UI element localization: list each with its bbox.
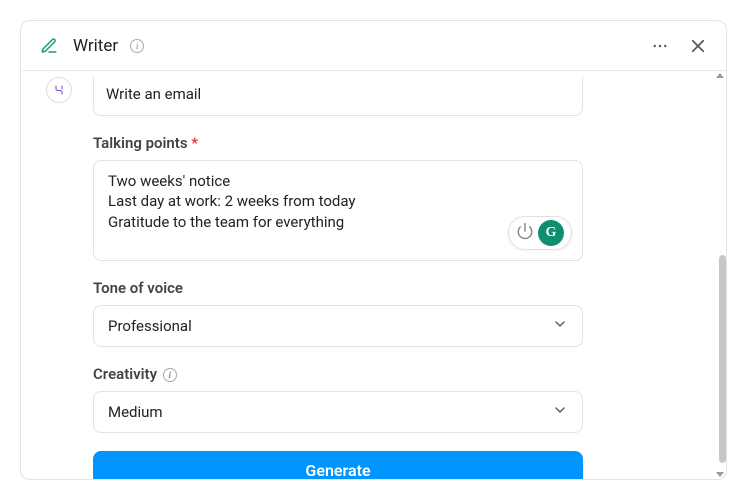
grammarly-icon: G bbox=[538, 220, 564, 246]
pencil-icon bbox=[35, 32, 63, 60]
power-icon bbox=[516, 222, 534, 244]
write-type-field[interactable]: Write an email bbox=[93, 77, 583, 116]
more-icon[interactable] bbox=[646, 32, 674, 60]
chevron-down-icon bbox=[552, 316, 568, 336]
creativity-label: Creativity i bbox=[93, 365, 583, 383]
scroll-down-icon[interactable] bbox=[716, 472, 724, 477]
generate-button[interactable]: Generate bbox=[93, 451, 583, 479]
talking-points-label: Talking points * bbox=[93, 134, 583, 152]
tone-select[interactable]: Professional bbox=[93, 305, 583, 347]
scrollbar-thumb[interactable] bbox=[719, 255, 726, 463]
tone-label: Tone of voice bbox=[93, 279, 583, 297]
scroll-up-icon[interactable] bbox=[716, 73, 724, 78]
creativity-select[interactable]: Medium bbox=[93, 391, 583, 433]
chevron-down-icon bbox=[552, 402, 568, 422]
talking-points-input[interactable]: Two weeks' notice Last day at work: 2 we… bbox=[93, 160, 583, 261]
close-icon[interactable] bbox=[684, 32, 712, 60]
panel-title: Writer bbox=[73, 36, 118, 56]
creativity-value: Medium bbox=[108, 403, 163, 421]
required-asterisk: * bbox=[191, 134, 198, 152]
write-type-value: Write an email bbox=[106, 85, 201, 103]
writer-panel: Writer i Write an email Talking points *… bbox=[20, 20, 727, 480]
info-icon[interactable]: i bbox=[163, 368, 177, 382]
content-scroll-area: Write an email Talking points * Two week… bbox=[21, 71, 726, 479]
panel-header: Writer i bbox=[21, 21, 726, 71]
info-icon[interactable]: i bbox=[130, 39, 144, 53]
tone-value: Professional bbox=[108, 317, 192, 335]
talking-points-value: Two weeks' notice Last day at work: 2 we… bbox=[108, 171, 496, 232]
branch-icon bbox=[46, 77, 72, 103]
grammarly-widget[interactable]: G bbox=[508, 216, 572, 250]
